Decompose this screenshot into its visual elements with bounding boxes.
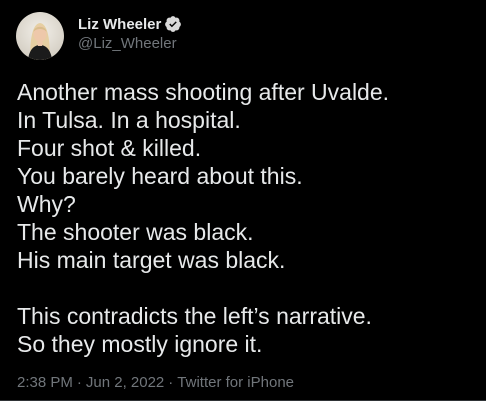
tweet-text-line: The shooter was black. (17, 219, 254, 245)
tweet-text-line: Four shot & killed. (17, 135, 202, 161)
tweet-text-line: So they mostly ignore it. (17, 331, 263, 357)
tweet-text: Another mass shooting after Uvalde. In Tu… (17, 78, 477, 358)
tweet-text-line: Why? (17, 191, 76, 217)
tweet-meta: 2:38 PM · Jun 2, 2022 · Twitter for iPho… (17, 374, 294, 391)
avatar[interactable] (16, 12, 64, 60)
tweet-text-line: You barely heard about this. (17, 163, 303, 189)
display-name[interactable]: Liz Wheeler (78, 16, 161, 33)
tweet-text-line: This contradicts the left’s narrative. (17, 303, 372, 329)
tweet-text-line: Another mass shooting after Uvalde. (17, 79, 390, 105)
name-row: Liz Wheeler (78, 14, 182, 34)
tweet-text-line: His main target was black. (17, 247, 286, 273)
author-handle[interactable]: @Liz_Wheeler (78, 35, 182, 52)
tweet-date[interactable]: Jun 2, 2022 (86, 374, 164, 391)
tweet: Liz Wheeler @Liz_Wheeler Another mass sh… (0, 0, 486, 401)
tweet-author[interactable]: Liz Wheeler @Liz_Wheeler (16, 12, 182, 60)
tweet-time[interactable]: 2:38 PM (17, 374, 73, 391)
meta-separator: · (76, 374, 82, 391)
meta-separator: · (168, 374, 174, 391)
tweet-source: Twitter for iPhone (177, 374, 294, 391)
author-names: Liz Wheeler @Liz_Wheeler (78, 14, 182, 52)
tweet-text-line (17, 274, 477, 302)
tweet-text-line: In Tulsa. In a hospital. (17, 107, 241, 133)
verified-badge-icon (164, 15, 182, 33)
profile-photo (16, 12, 64, 60)
